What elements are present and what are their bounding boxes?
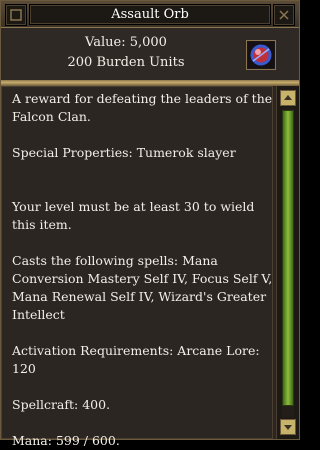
scroll-thumb[interactable] — [282, 110, 294, 406]
window-title: Assault Orb — [29, 4, 271, 25]
description-scrollbar[interactable] — [276, 86, 299, 439]
orb-icon — [246, 40, 276, 70]
close-icon[interactable] — [273, 4, 295, 26]
scroll-track[interactable] — [282, 108, 294, 418]
item-burden: 200 Burden Units — [67, 55, 185, 70]
chevron-up-icon — [284, 95, 292, 100]
description-text: A reward for defeating the leaders of th… — [12, 90, 274, 450]
description-paragraph: A reward for defeating the leaders of th… — [12, 91, 273, 124]
description-paragraph: Mana: 599 / 600. — [12, 433, 120, 448]
scroll-down-button[interactable] — [280, 419, 296, 435]
item-header: Value: 5,000 200 Burden Units — [1, 28, 299, 80]
description-paragraph: Your level must be at least 30 to wield … — [12, 199, 255, 232]
scroll-up-button[interactable] — [280, 90, 296, 106]
item-appraisal-window: Assault Orb Value: 5,000 200 Burden Unit… — [0, 0, 300, 448]
chevron-down-icon — [284, 425, 292, 430]
description-paragraph: Casts the following spells: Mana Convers… — [12, 253, 273, 322]
window-grip-icon[interactable] — [5, 4, 27, 26]
description-paragraph: Activation Requirements: Arcane Lore: 12… — [12, 343, 260, 376]
description-paragraph: Special Properties: Tumerok slayer — [12, 145, 236, 160]
description-paragraph: Spellcraft: 400. — [12, 397, 111, 412]
description-panel: A reward for defeating the leaders of th… — [1, 86, 273, 448]
item-value: Value: 5,000 — [85, 35, 167, 50]
title-bar[interactable]: Assault Orb — [1, 1, 299, 28]
